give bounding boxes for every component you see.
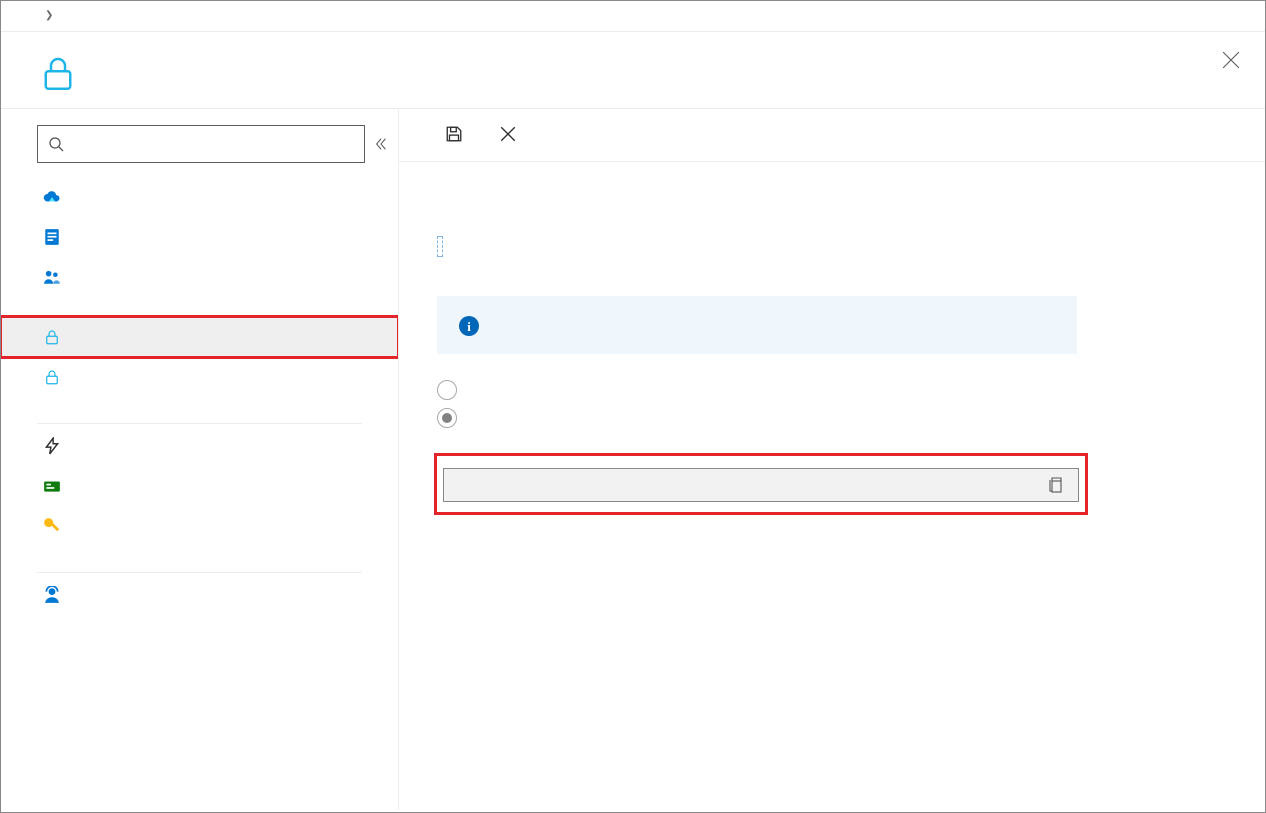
- info-icon: i: [459, 316, 479, 336]
- lightning-icon: [43, 437, 61, 455]
- radio-microsoft-managed[interactable]: [437, 380, 1231, 400]
- sidebar-group-support: [37, 566, 362, 573]
- radio-icon: [437, 380, 457, 400]
- sidebar-item-device-details[interactable]: [1, 506, 398, 546]
- sidebar-item-locks[interactable]: [1, 357, 398, 397]
- radio-customer-managed[interactable]: [437, 408, 1231, 428]
- sidebar-item-encryption[interactable]: [1, 317, 398, 357]
- copy-button[interactable]: [1048, 477, 1072, 493]
- page-header: [1, 32, 1265, 109]
- lock-icon: [43, 328, 61, 346]
- search-icon: [48, 136, 64, 152]
- chevron-right-icon: ❯: [45, 10, 53, 21]
- breadcrumb: ❯: [1, 1, 1265, 32]
- collapse-sidebar-button[interactable]: [373, 134, 388, 154]
- sidebar-search[interactable]: [37, 125, 365, 163]
- sidebar-item-overview[interactable]: [1, 177, 398, 217]
- order-details-icon: [43, 477, 61, 495]
- sidebar-item-activity-log[interactable]: [1, 217, 398, 257]
- info-box: i: [437, 296, 1077, 354]
- close-button[interactable]: [1217, 46, 1245, 74]
- save-icon: [445, 125, 463, 143]
- current-key-section: [437, 456, 1085, 512]
- sidebar-item-quickstart[interactable]: [1, 426, 398, 466]
- encryption-description: [437, 206, 1077, 260]
- cloud-icon: [43, 188, 61, 206]
- sidebar-item-new-support-request[interactable]: [1, 575, 398, 615]
- sidebar-item-order-details[interactable]: [1, 466, 398, 506]
- key-icon: [43, 517, 61, 535]
- lock-icon: [37, 52, 79, 94]
- close-icon: [499, 125, 517, 143]
- radio-icon: [437, 408, 457, 428]
- sidebar-search-input[interactable]: [72, 136, 354, 153]
- sidebar-group-general: [37, 417, 362, 424]
- learn-more-link[interactable]: [437, 236, 443, 257]
- activity-log-icon: [43, 228, 61, 246]
- people-icon: [43, 268, 61, 286]
- current-key-field: [443, 468, 1079, 502]
- toolbar: [399, 109, 1265, 162]
- save-button[interactable]: [437, 121, 479, 147]
- support-person-icon: [43, 586, 61, 604]
- lock-icon: [43, 368, 61, 386]
- sidebar: [1, 109, 399, 810]
- discard-button[interactable]: [491, 121, 533, 147]
- sidebar-item-access-control[interactable]: [1, 257, 398, 297]
